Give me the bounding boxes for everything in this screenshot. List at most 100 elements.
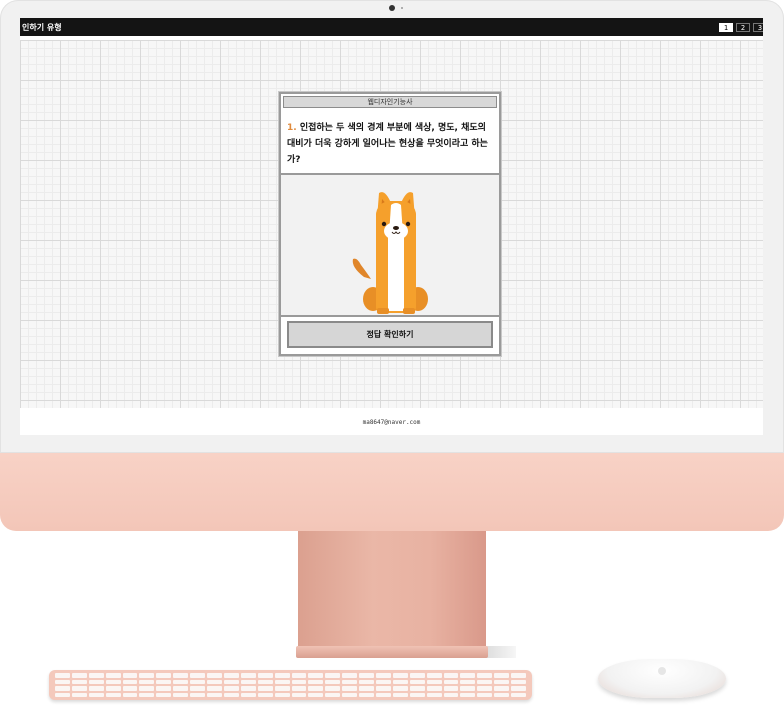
keyboard-key xyxy=(240,679,256,684)
keyboard-key xyxy=(494,679,510,684)
keyboard-key xyxy=(392,673,408,678)
question-text: 인접하는 두 색의 경계 부분에 색상, 명도, 채도의 대비가 더욱 강하게 … xyxy=(287,123,488,165)
keyboard-key xyxy=(291,686,307,691)
page-tab-1[interactable]: 1 xyxy=(719,23,733,32)
keyboard-key xyxy=(139,679,155,684)
keyboard-key xyxy=(88,686,104,691)
keyboard-key xyxy=(190,673,206,678)
keyboard-key xyxy=(55,673,70,678)
keyboard-key xyxy=(392,692,408,697)
keyboard-key xyxy=(443,686,459,691)
keyboard-key xyxy=(375,692,391,697)
keyboard-key xyxy=(274,673,290,678)
keyboard-key xyxy=(207,673,222,678)
keyboard-key xyxy=(494,686,510,691)
keyboard-key xyxy=(257,686,273,691)
keyboard-key xyxy=(443,673,459,678)
keyboard-key xyxy=(443,692,459,697)
keyboard-key xyxy=(207,679,222,684)
keyboard-key xyxy=(375,679,391,684)
keyboard-key xyxy=(409,679,425,684)
keyboard-key xyxy=(156,686,172,691)
keyboard-key xyxy=(325,679,341,684)
keyboard-key xyxy=(88,673,104,678)
page-tab-3[interactable]: 3 xyxy=(753,23,763,32)
keyboard-key xyxy=(122,679,138,684)
keyboard-key xyxy=(443,679,459,684)
keyboard-key xyxy=(308,679,324,684)
keyboard-key xyxy=(308,673,324,678)
keyboard-key xyxy=(240,692,256,697)
check-answer-button[interactable]: 정답 확인하기 xyxy=(287,321,493,348)
keyboard-key xyxy=(105,686,121,691)
keyboard-key xyxy=(359,679,374,684)
keyboard-key xyxy=(477,692,493,697)
question-text-block: 1. 인접하는 두 색의 경계 부분에 색상, 명도, 채도의 대비가 더욱 강… xyxy=(287,120,495,168)
keyboard-key xyxy=(291,692,307,697)
keyboard-key xyxy=(494,673,510,678)
keyboard-key xyxy=(122,686,138,691)
keyboard-key xyxy=(460,692,476,697)
screen: 인하기 유형 1 2 3 웹디자인기능사 1. 인접하는 두 색의 경계 부분에… xyxy=(20,18,763,435)
grid-background: 웹디자인기능사 1. 인접하는 두 색의 경계 부분에 색상, 명도, 채도의 … xyxy=(20,40,763,408)
keyboard-key xyxy=(173,673,189,678)
keyboard-key xyxy=(55,686,70,691)
keyboard-key xyxy=(173,686,189,691)
keyboard xyxy=(49,670,532,700)
keyboard-key xyxy=(257,692,273,697)
keyboard-key xyxy=(156,679,172,684)
keyboard-key xyxy=(156,673,172,678)
keyboard-key xyxy=(88,692,104,697)
keyboard-key xyxy=(291,673,307,678)
keyboard-key xyxy=(122,673,138,678)
keyboard-key xyxy=(426,686,442,691)
keyboard-key xyxy=(223,692,239,697)
keyboard-key xyxy=(122,692,138,697)
keyboard-key xyxy=(274,679,290,684)
keyboard-key xyxy=(342,679,358,684)
magic-mouse xyxy=(598,659,726,698)
keyboard-key xyxy=(511,673,526,678)
keyboard-key xyxy=(426,673,442,678)
keyboard-key xyxy=(308,686,324,691)
quiz-card: 웹디자인기능사 1. 인접하는 두 색의 경계 부분에 색상, 명도, 채도의 … xyxy=(279,92,501,356)
keyboard-key xyxy=(71,692,87,697)
keyboard-key xyxy=(240,686,256,691)
footer-email: ma8647@naver.com xyxy=(362,419,421,426)
keyboard-key xyxy=(460,673,476,678)
keyboard-key xyxy=(477,679,493,684)
keyboard-key xyxy=(392,686,408,691)
footer: ma8647@naver.com xyxy=(20,408,763,435)
keyboard-key xyxy=(375,686,391,691)
keyboard-key xyxy=(274,686,290,691)
page-tab-2[interactable]: 2 xyxy=(736,23,750,32)
divider xyxy=(281,315,499,317)
keyboard-key xyxy=(392,679,408,684)
keyboard-key xyxy=(409,673,425,678)
keyboard-key xyxy=(105,673,121,678)
keyboard-key xyxy=(207,686,222,691)
keyboard-key xyxy=(71,686,87,691)
top-bar: 인하기 유형 1 2 3 xyxy=(20,18,763,38)
camera-icon xyxy=(389,5,395,11)
dog-illustration-icon xyxy=(352,192,428,314)
keyboard-key xyxy=(477,686,493,691)
quiz-category-header: 웹디자인기능사 xyxy=(283,96,497,108)
keyboard-key xyxy=(139,686,155,691)
keyboard-key xyxy=(190,692,206,697)
app-title: 인하기 유형 xyxy=(22,23,62,32)
keyboard-key xyxy=(240,673,256,678)
keyboard-key xyxy=(477,673,493,678)
keyboard-key xyxy=(426,679,442,684)
keyboard-key xyxy=(88,679,104,684)
keyboard-key xyxy=(342,692,358,697)
keyboard-key xyxy=(426,692,442,697)
keyboard-key xyxy=(55,679,70,684)
imac-stand xyxy=(298,531,486,656)
keyboard-key xyxy=(71,673,87,678)
keyboard-key xyxy=(71,679,87,684)
keyboard-key xyxy=(223,679,239,684)
keyboard-key xyxy=(139,692,155,697)
keyboard-key xyxy=(291,679,307,684)
keyboard-key xyxy=(325,673,341,678)
